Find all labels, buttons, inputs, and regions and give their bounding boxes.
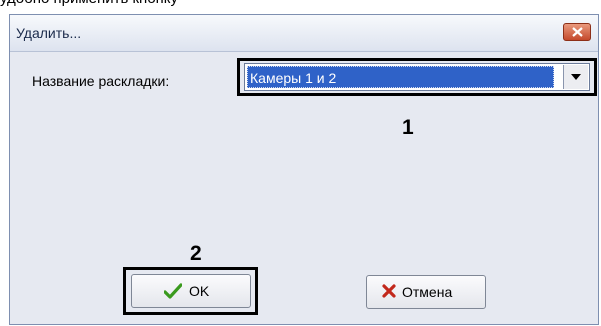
layout-name-value: Камеры 1 и 2 (247, 66, 554, 88)
cancel-button[interactable]: Отмена (366, 275, 486, 309)
close-button[interactable] (563, 23, 591, 41)
close-icon (572, 27, 583, 37)
combo-dropdown-button[interactable] (563, 65, 588, 89)
delete-dialog: Удалить... Название раскладки: Камеры 1 … (9, 14, 599, 325)
cancel-label: Отмена (402, 284, 453, 300)
checkmark-icon (164, 283, 182, 299)
chevron-down-icon (571, 74, 581, 80)
document-text-fragment: удобно применить кнопку (0, 0, 601, 10)
layout-name-label: Название раскладки: (32, 73, 170, 89)
ok-button[interactable]: OK (131, 274, 251, 308)
ok-label: OK (189, 283, 210, 299)
cross-icon (382, 284, 396, 298)
callout-number-2: 2 (190, 242, 202, 265)
layout-name-combobox[interactable]: Камеры 1 и 2 (244, 63, 590, 91)
title-bar: Удалить... (10, 15, 598, 52)
dialog-title: Удалить... (16, 25, 82, 41)
callout-number-1: 1 (402, 116, 414, 139)
